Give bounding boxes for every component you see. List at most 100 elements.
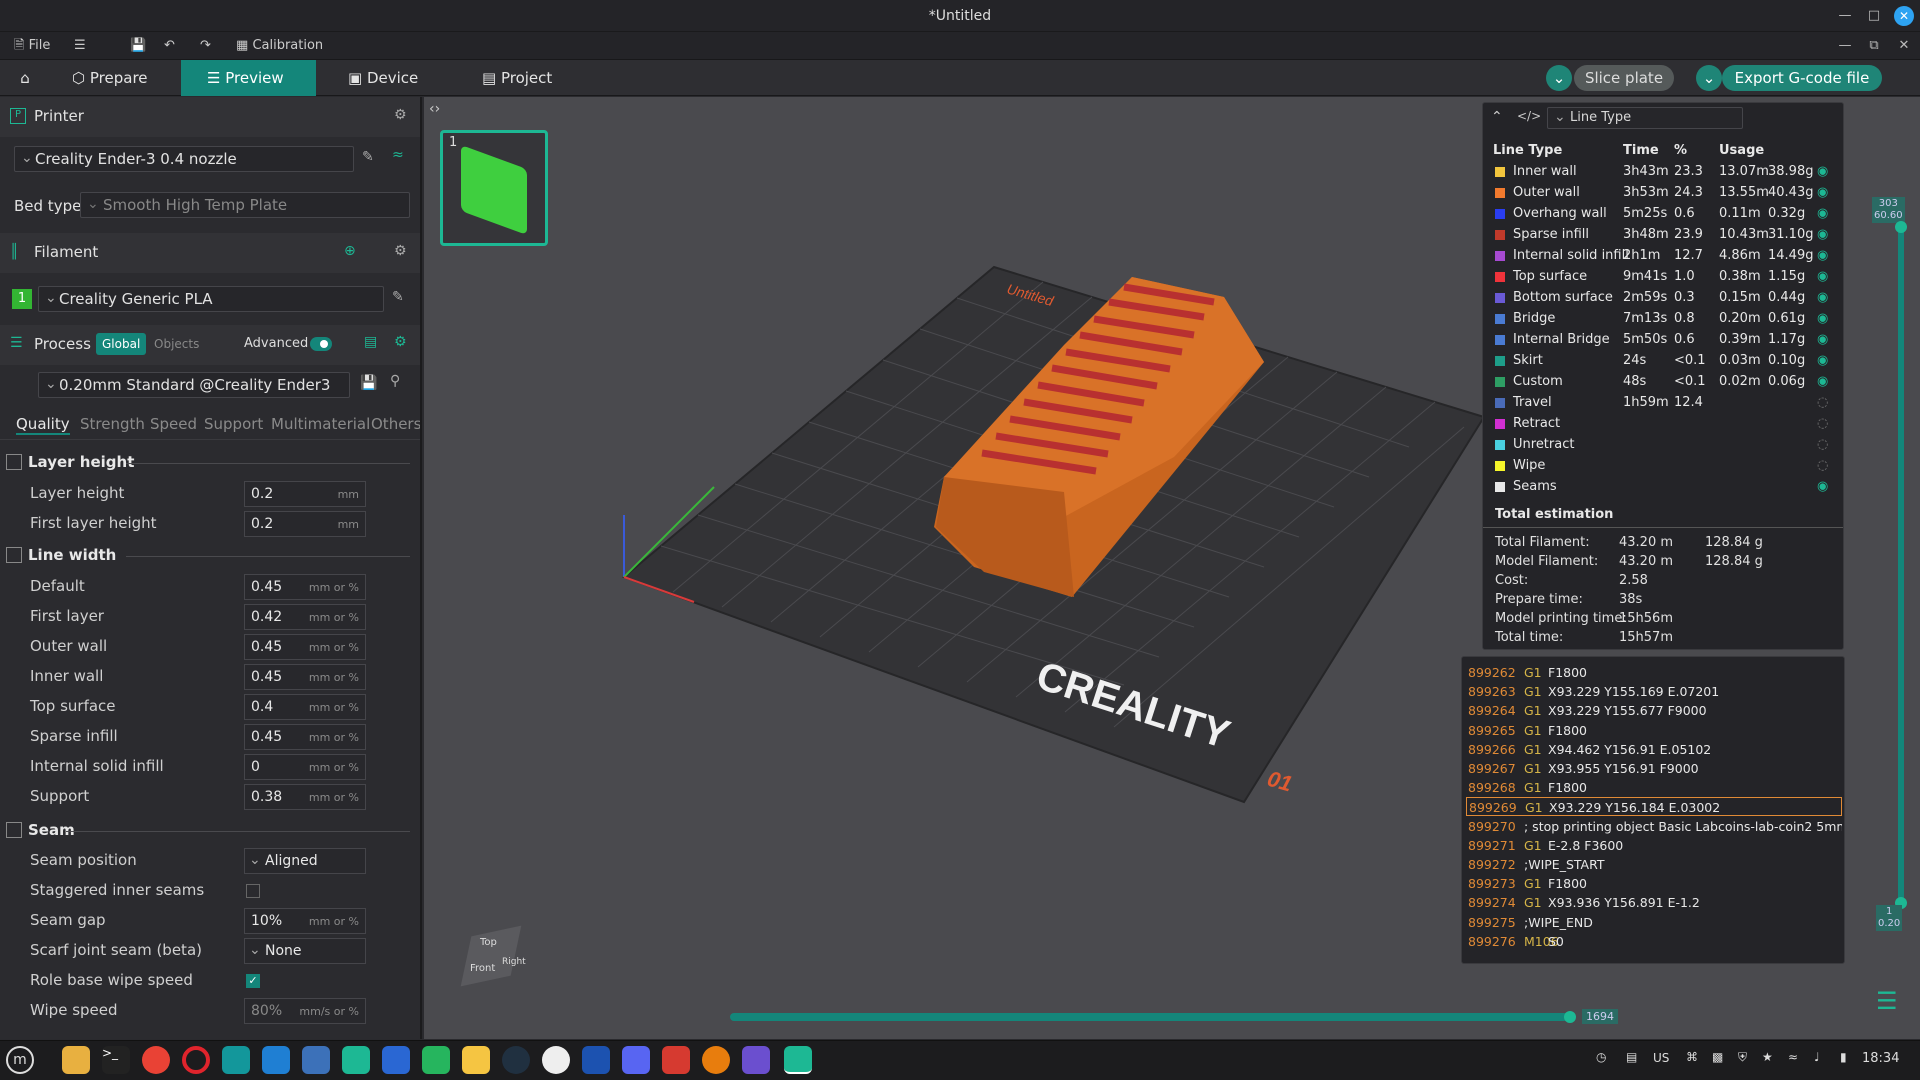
seam-position-select[interactable]: ⌄ Aligned <box>244 848 366 874</box>
lw-first-layer-input[interactable]: 0.42 mm or % <box>244 604 366 630</box>
eye-icon[interactable]: ◉ <box>1817 164 1828 179</box>
gcode-line[interactable]: 899264 G1 X93.229 Y155.677 F9000 <box>1466 701 1842 720</box>
clipboard-icon[interactable]: ▤ <box>1626 1050 1637 1064</box>
game-icon[interactable] <box>302 1046 330 1074</box>
staggered-checkbox[interactable] <box>246 884 260 898</box>
vscode-icon[interactable] <box>262 1046 290 1074</box>
keyboard-layout[interactable]: US <box>1653 1051 1669 1065</box>
eye-icon[interactable]: ◉ <box>1817 374 1828 389</box>
tab-prepare[interactable]: ⬡ Prepare <box>72 60 172 96</box>
eye-icon[interactable]: ◉ <box>1817 290 1828 305</box>
eye-icon[interactable]: ◉ <box>1817 332 1828 347</box>
gcode-line[interactable]: 899272 ;WIPE_START <box>1466 855 1842 874</box>
chrome-icon[interactable] <box>142 1046 170 1074</box>
lw-sparse-infill-input[interactable]: 0.45 mm or % <box>244 724 366 750</box>
gcode-line[interactable]: 899262 G1 F1800 <box>1466 663 1842 682</box>
battery-icon[interactable]: ▩ <box>1712 1050 1723 1064</box>
layer-slider-track[interactable] <box>1898 225 1904 905</box>
legend-row[interactable]: Overhang wall 5m25s 0.6 0.11m 0.32g ◉ <box>1483 204 1843 225</box>
gcode-line[interactable]: 899274 G1 X93.936 Y156.891 E-1.2 <box>1466 893 1842 912</box>
settings-sliders-icon[interactable]: ⚙ <box>394 107 407 123</box>
first-layer-height-input[interactable]: 0.2 mm <box>244 511 366 537</box>
eye-icon[interactable]: ◉ <box>1817 353 1828 368</box>
role-wipe-checkbox[interactable]: ✓ <box>246 974 260 988</box>
tab-speed[interactable]: Speed <box>150 415 197 433</box>
gcode-line[interactable]: 899266 G1 X94.462 Y156.91 E.05102 <box>1466 740 1842 759</box>
list-icon[interactable]: ☰ <box>74 36 86 56</box>
eye-icon[interactable]: ◉ <box>1817 206 1828 221</box>
seam-gap-input[interactable]: 10% mm or % <box>244 908 366 934</box>
legend-row[interactable]: Skirt 24s <0.1 0.03m 0.10g ◉ <box>1483 351 1843 372</box>
wifi-icon[interactable]: ≈ <box>1788 1050 1798 1064</box>
eye-off-icon[interactable]: ◌ <box>1817 437 1828 452</box>
gcode-line[interactable]: 899267 G1 X93.955 Y156.91 F9000 <box>1466 759 1842 778</box>
orca-slicer-icon[interactable] <box>784 1046 812 1074</box>
discord-icon[interactable] <box>622 1046 650 1074</box>
maximize-icon[interactable]: □ <box>1864 6 1884 26</box>
close-icon[interactable]: ✕ <box>1894 6 1914 26</box>
lw-internal-solid-input[interactable]: 0 mm or % <box>244 754 366 780</box>
legend-row[interactable]: Bottom surface 2m59s 0.3 0.15m 0.44g ◉ <box>1483 288 1843 309</box>
export-gcode-button[interactable]: Export G-code file <box>1722 65 1882 91</box>
clock[interactable]: 18:34 <box>1862 1051 1899 1066</box>
tab-project[interactable]: ▤ Project <box>482 60 582 96</box>
move-slider-handle[interactable] <box>1564 1011 1576 1023</box>
legend-row[interactable]: Outer wall 3h53m 24.3 13.55m 40.43g ◉ <box>1483 183 1843 204</box>
eye-off-icon[interactable]: ◌ <box>1817 395 1828 410</box>
lw-support-input[interactable]: 0.38 mm or % <box>244 784 366 810</box>
power-icon[interactable]: ▮ <box>1840 1050 1847 1064</box>
layer-height-input[interactable]: 0.2 mm <box>244 481 366 507</box>
star-icon[interactable]: ★ <box>1762 1050 1773 1064</box>
settings-sliders-icon[interactable]: ⚙ <box>394 334 407 350</box>
tab-strength[interactable]: Strength <box>80 415 145 433</box>
tab-support[interactable]: Support <box>204 415 263 433</box>
close-icon[interactable]: ✕ <box>1894 36 1914 56</box>
tab-device[interactable]: ▣ Device <box>348 60 438 96</box>
bitwarden-icon[interactable] <box>582 1046 610 1074</box>
app-icon[interactable] <box>382 1046 410 1074</box>
gcode-line[interactable]: 899271 G1 E-2.8 F3600 <box>1466 836 1842 855</box>
legend-row[interactable]: Internal solid infill 2h1m 12.7 4.86m 14.49g… <box>1483 246 1843 267</box>
save-preset-icon[interactable]: 💾 <box>360 375 377 391</box>
edit-icon[interactable]: ✎ <box>392 289 404 305</box>
opera-icon[interactable] <box>182 1046 210 1074</box>
legend-row[interactable]: Seams ◉ <box>1483 477 1843 498</box>
eye-icon[interactable]: ◉ <box>1817 185 1828 200</box>
arduino-icon[interactable] <box>222 1046 250 1074</box>
tab-quality[interactable]: Quality <box>16 415 70 435</box>
files-icon[interactable] <box>62 1046 90 1074</box>
legend-row[interactable]: Top surface 9m41s 1.0 0.38m 1.15g ◉ <box>1483 267 1843 288</box>
legend-row[interactable]: Wipe ◌ <box>1483 456 1843 477</box>
search-icon[interactable]: ⚲ <box>390 373 400 389</box>
lw-inner-wall-input[interactable]: 0.45 mm or % <box>244 664 366 690</box>
volume-icon[interactable]: ♩ <box>1814 1050 1820 1064</box>
export-dropdown-icon[interactable]: ⌄ <box>1696 65 1722 91</box>
gitkraken-icon[interactable] <box>662 1046 690 1074</box>
gcode-line[interactable]: 899276 M106 S0 <box>1466 932 1842 951</box>
eye-off-icon[interactable]: ◌ <box>1817 458 1828 473</box>
redo-icon[interactable]: ↷ <box>200 36 211 56</box>
eye-off-icon[interactable]: ◌ <box>1817 416 1828 431</box>
objects-toggle[interactable]: Objects <box>150 333 203 355</box>
legend-row[interactable]: Travel 1h59m 12.4 ◌ <box>1483 393 1843 414</box>
view-type-select[interactable]: ⌄ Line Type <box>1547 107 1743 129</box>
obsidian-icon[interactable] <box>742 1046 770 1074</box>
eye-icon[interactable]: ◉ <box>1817 269 1828 284</box>
lw-top-surface-input[interactable]: 0.4 mm or % <box>244 694 366 720</box>
calibration-menu[interactable]: ▦ Calibration <box>236 36 323 56</box>
gcode-line[interactable]: 899275 ;WIPE_END <box>1466 913 1842 932</box>
file-menu[interactable]: 🗎 File <box>14 36 50 56</box>
gcode-line[interactable]: 899273 G1 F1800 <box>1466 874 1842 893</box>
p-app-icon[interactable] <box>462 1046 490 1074</box>
restore-icon[interactable]: ⧉ <box>1864 36 1884 56</box>
code-icon[interactable]: </> <box>1517 109 1541 123</box>
gcode-line[interactable]: 899263 G1 X93.229 Y155.169 E.07201 <box>1466 682 1842 701</box>
tab-others[interactable]: Others <box>371 415 420 433</box>
legend-row[interactable]: Unretract ◌ <box>1483 435 1843 456</box>
move-slider-track[interactable] <box>730 1013 1568 1021</box>
process-preset-select[interactable]: ⌄ 0.20mm Standard @Creality Ender3 <box>38 372 350 398</box>
terminal-icon[interactable]: >_ <box>102 1046 130 1074</box>
start-menu-icon[interactable]: m <box>6 1046 34 1074</box>
wifi-icon[interactable]: ≈ <box>392 147 404 163</box>
view-cube[interactable]: Top Front Right <box>452 925 526 997</box>
